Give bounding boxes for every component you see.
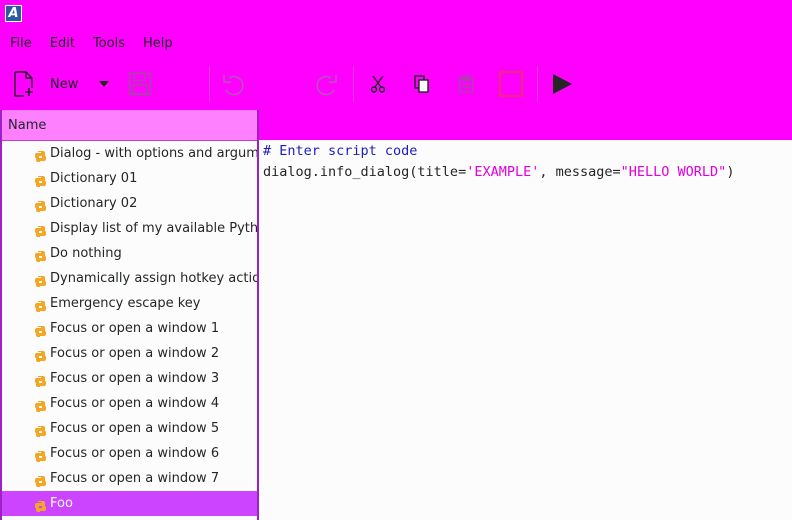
list-item[interactable]: Focus or open a window 7 [2, 466, 257, 491]
delete-button[interactable] [497, 62, 525, 106]
list-item[interactable]: Display list of my available Python [2, 216, 257, 241]
list-item-label: Focus or open a window 2 [50, 346, 220, 361]
menu-tools[interactable]: Tools [84, 33, 134, 55]
run-icon [553, 74, 572, 94]
list-item[interactable]: Dictionary 02 [2, 191, 257, 216]
column-header-name[interactable]: Name [2, 110, 257, 141]
code-token: dialog.info_dialog(title= [263, 164, 467, 180]
code-line-1: # Enter script code [263, 143, 418, 159]
run-button[interactable] [548, 62, 576, 106]
list-item-label: Focus or open a window 6 [50, 446, 220, 461]
new-button[interactable]: New [12, 62, 92, 106]
script-editor[interactable]: # Enter script code dialog.info_dialog(t… [263, 141, 792, 520]
list-item[interactable]: Focus or open a window 6 [2, 441, 257, 466]
list-item-label: Emergency escape key [50, 296, 201, 311]
menu-bar: File Edit Tools Help [0, 33, 182, 55]
delete-icon [499, 71, 523, 97]
list-item[interactable]: Focus or open a window 1 [2, 316, 257, 341]
cut-icon [370, 75, 386, 93]
toolbar-separator [353, 66, 354, 102]
list-item[interactable]: Dictionary 01 [2, 166, 257, 191]
list-item[interactable]: Emergency escape key [2, 291, 257, 316]
list-item-label: Focus or open a window 5 [50, 421, 220, 436]
app-logo-icon: A [5, 5, 22, 22]
list-item-label: Foo [50, 496, 73, 511]
list-item-label: Dynamically assign hotkey actions [50, 271, 259, 286]
list-item-label: Focus or open a window 7 [50, 471, 220, 486]
list-item[interactable]: Dialog - with options and argumen [2, 141, 257, 166]
menu-file[interactable]: File [0, 33, 41, 55]
dropdown-arrow-icon [99, 81, 109, 87]
code-string: 'EXAMPLE' [466, 164, 540, 180]
list-item-selected[interactable]: Foo [2, 491, 257, 516]
list-item-label: Do nothing [50, 246, 122, 261]
toolbar: New [0, 62, 792, 106]
list-item-label: Dictionary 01 [50, 171, 138, 186]
undo-icon [223, 75, 244, 96]
list-item[interactable]: Focus or open a window 2 [2, 341, 257, 366]
redo-icon [316, 75, 337, 96]
menu-edit[interactable]: Edit [41, 33, 84, 55]
code-string: "HELLO WORLD" [620, 164, 727, 180]
list-item[interactable]: Focus or open a window 3 [2, 366, 257, 391]
list-item-label: Display list of my available Python [50, 221, 259, 236]
paste-icon [458, 75, 474, 93]
python-file-icon [34, 497, 47, 520]
list-item-label: Focus or open a window 3 [50, 371, 220, 386]
paste-button[interactable] [454, 62, 478, 106]
new-file-icon [14, 71, 33, 97]
code-line-2: dialog.info_dialog(title='EXAMPLE', mess… [263, 162, 792, 183]
list-item[interactable]: Focus or open a window 4 [2, 391, 257, 416]
list-item-label: Dictionary 02 [50, 196, 138, 211]
copy-icon [414, 75, 429, 93]
list-item[interactable]: Do nothing [2, 241, 257, 266]
toolbar-separator [209, 66, 210, 102]
new-dropdown-button[interactable] [96, 62, 112, 106]
script-tree: Dialog - with options and argumen Dictio… [2, 141, 257, 516]
cut-button[interactable] [366, 62, 390, 106]
list-item[interactable]: Dynamically assign hotkey actions [2, 266, 257, 291]
undo-button[interactable] [220, 62, 248, 106]
list-item-label: Focus or open a window 1 [50, 321, 220, 336]
copy-button[interactable] [410, 62, 434, 106]
redo-button[interactable] [312, 62, 340, 106]
list-item[interactable]: Focus or open a window 5 [2, 416, 257, 441]
save-icon [128, 72, 152, 96]
list-item-label: Dialog - with options and argumen [50, 146, 259, 161]
list-item-label: Focus or open a window 4 [50, 396, 220, 411]
code-token: ) [726, 164, 735, 180]
code-token: , message= [539, 164, 621, 180]
new-button-label: New [50, 76, 79, 92]
menu-help[interactable]: Help [134, 33, 182, 55]
save-button[interactable] [126, 62, 154, 106]
script-list-panel: Name Dialog - with options and argumen D… [0, 110, 259, 520]
toolbar-separator [537, 66, 538, 102]
